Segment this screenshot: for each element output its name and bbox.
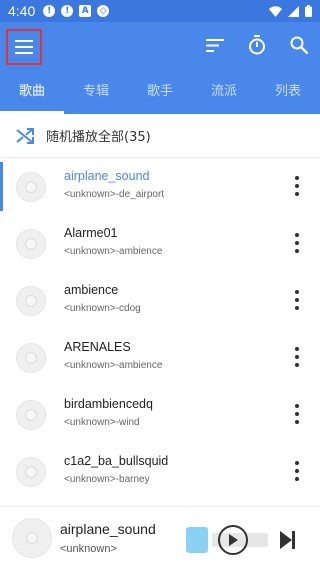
category-tabs: 歌曲 专辑 歌手 流派 列表 bbox=[0, 72, 320, 114]
song-title: ambience bbox=[64, 283, 119, 297]
skip-next-icon[interactable] bbox=[280, 531, 296, 549]
song-subtitle: <unknown>-wind bbox=[64, 417, 140, 428]
album-art-icon bbox=[16, 342, 46, 373]
notification-icon: ! bbox=[43, 5, 56, 17]
song-title: birdambiencedq bbox=[64, 397, 153, 411]
tab-artists[interactable]: 歌手 bbox=[128, 72, 192, 114]
play-button[interactable] bbox=[218, 525, 248, 555]
search-icon bbox=[290, 36, 308, 54]
album-art-icon bbox=[16, 456, 46, 487]
list-item[interactable]: c1a2_ba_bullsquid <unknown>-barney bbox=[0, 443, 320, 500]
song-title: Alarme01 bbox=[64, 226, 118, 240]
sleep-timer-button[interactable] bbox=[246, 34, 268, 56]
album-art-icon bbox=[16, 285, 46, 316]
album-art-icon bbox=[16, 171, 46, 202]
more-options-icon[interactable] bbox=[294, 404, 300, 424]
more-options-icon[interactable] bbox=[294, 461, 300, 481]
list-item[interactable]: Alarme01 <unknown>-ambience bbox=[0, 215, 320, 272]
song-title: c1a2_ba_bullsquid bbox=[64, 454, 169, 468]
song-subtitle: <unknown>-cdog bbox=[64, 303, 141, 314]
signal-icon bbox=[288, 5, 299, 17]
timer-icon bbox=[249, 35, 265, 55]
status-time: 4:40 bbox=[8, 3, 36, 19]
more-options-icon[interactable] bbox=[294, 233, 300, 253]
album-art-icon bbox=[16, 228, 46, 259]
search-button[interactable] bbox=[288, 34, 310, 56]
list-item[interactable]: ambience <unknown>-cdog bbox=[0, 272, 320, 329]
status-bar: 4:40 ! ! A ◇ bbox=[0, 0, 320, 22]
song-title: ARENALES bbox=[64, 340, 131, 354]
more-options-icon[interactable] bbox=[294, 290, 300, 310]
shuffle-all-label: 随机播放全部(35) bbox=[46, 130, 151, 145]
wifi-icon bbox=[269, 5, 282, 17]
tab-playlists[interactable]: 列表 bbox=[256, 72, 320, 114]
app-bar bbox=[0, 22, 320, 72]
now-playing-artist: <unknown> bbox=[60, 543, 117, 555]
album-art-icon bbox=[16, 399, 46, 430]
song-title: airplane_sound bbox=[64, 169, 150, 183]
battery-icon bbox=[305, 5, 312, 17]
shield-icon: ◇ bbox=[97, 5, 110, 17]
song-subtitle: <unknown>-de_airport bbox=[64, 189, 165, 200]
song-subtitle: <unknown>-ambience bbox=[64, 246, 163, 257]
list-item[interactable]: airplane_sound <unknown>-de_airport bbox=[0, 158, 320, 215]
now-playing-title: airplane_sound bbox=[60, 521, 156, 537]
shuffle-all-button[interactable]: 随机播放全部(35) bbox=[0, 114, 320, 158]
sort-button[interactable] bbox=[204, 34, 226, 56]
list-item[interactable]: ARENALES <unknown>-ambience bbox=[0, 329, 320, 386]
app-notification-icon: A bbox=[79, 5, 92, 17]
tab-albums[interactable]: 专辑 bbox=[64, 72, 128, 114]
sort-icon bbox=[206, 38, 224, 52]
song-list: airplane_sound <unknown>-de_airport Alar… bbox=[0, 158, 320, 500]
play-icon bbox=[229, 534, 238, 546]
more-options-icon[interactable] bbox=[294, 176, 300, 196]
tab-songs[interactable]: 歌曲 bbox=[0, 72, 64, 114]
more-options-icon[interactable] bbox=[294, 347, 300, 367]
hamburger-menu-icon bbox=[15, 40, 33, 54]
shuffle-icon bbox=[16, 127, 34, 144]
mini-player[interactable]: airplane_sound <unknown> bbox=[0, 506, 320, 569]
now-playing-art-icon bbox=[12, 518, 52, 558]
song-subtitle: <unknown>-barney bbox=[64, 474, 150, 485]
list-item[interactable]: birdambiencedq <unknown>-wind bbox=[0, 386, 320, 443]
tab-genres[interactable]: 流派 bbox=[192, 72, 256, 114]
alert-icon: ! bbox=[61, 5, 74, 17]
menu-button[interactable] bbox=[6, 29, 42, 65]
song-subtitle: <unknown>-ambience bbox=[64, 360, 163, 371]
